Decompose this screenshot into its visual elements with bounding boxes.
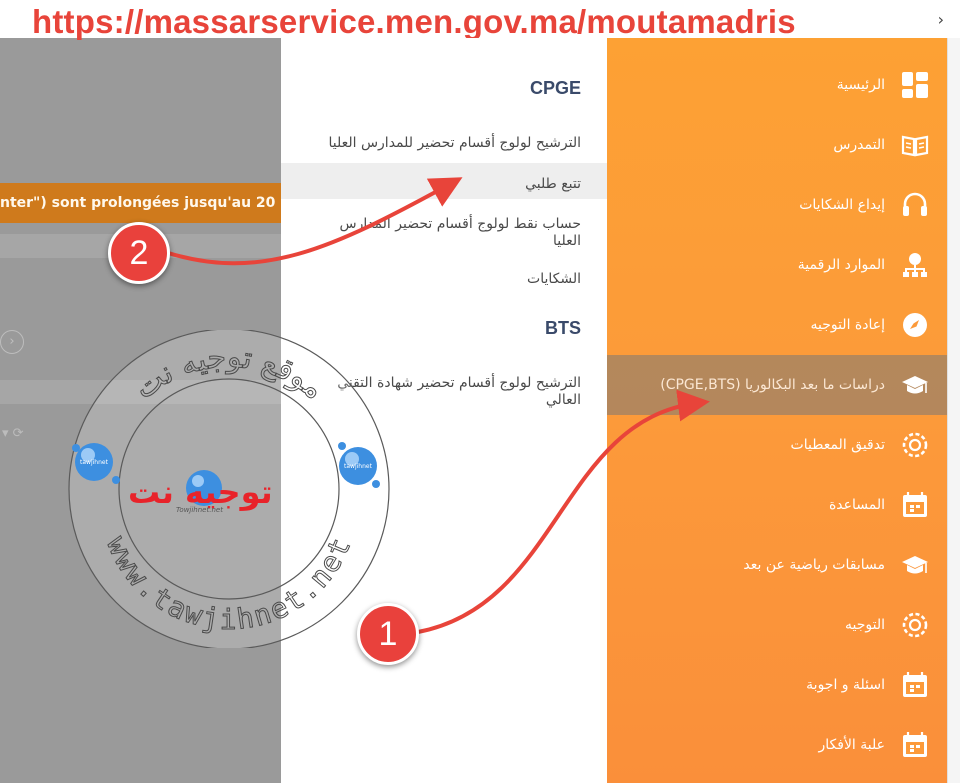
submenu-item-complaints[interactable]: الشكايات (321, 271, 581, 288)
step-badge-2: 2 (108, 222, 170, 284)
watermark-small-text: Towjihnet.net (176, 506, 223, 514)
sidebar-item-label: علبة الأفكار (818, 737, 886, 753)
headset-icon (901, 191, 929, 219)
settings-icon (901, 431, 929, 459)
sidebar-item-label: دراسات ما بعد البكالوريا (CPGE,BTS) (660, 377, 885, 393)
sidebar-item-data-check[interactable]: تدقيق المعطيات (607, 415, 947, 475)
sidebar-item-digital-resources[interactable]: الموارد الرقمية (607, 235, 947, 295)
sidebar: الرئيسية التمدرس إيداع الشكايات الموارد … (607, 38, 947, 783)
sidebar-item-remote-math-contests[interactable]: مسابقات رياضية عن بعد (607, 535, 947, 595)
submenu-section-title-bts: BTS (545, 318, 581, 338)
sidebar-item-label: المساعدة (828, 497, 885, 513)
sidebar-item-label: تدقيق المعطيات (790, 437, 885, 453)
sidebar-item-label: إعادة التوجيه (810, 317, 885, 333)
sidebar-item-orientation[interactable]: التوجيه (607, 595, 947, 655)
sidebar-item-label: مسابقات رياضية عن بعد (743, 557, 885, 573)
step-badge-1: 1 (357, 603, 419, 665)
submenu-section-title-cpge: CPGE (529, 78, 581, 98)
settings-icon (901, 611, 929, 639)
submenu-item-cpge-apply[interactable]: الترشيح لولوج أقسام تحضير للمدارس العليا (321, 135, 581, 152)
svg-text:tawjihnet: tawjihnet (80, 459, 109, 466)
sidebar-item-label: الموارد الرقمية (797, 257, 885, 273)
graduation-cap-icon (901, 551, 929, 579)
sidebar-item-label: إيداع الشكايات (799, 197, 885, 213)
sidebar-item-ideas-box[interactable]: علبة الأفكار (607, 715, 947, 775)
dashboard-icon (901, 71, 929, 99)
chevron-right-icon: › (0, 330, 24, 354)
graduation-cap-icon (901, 371, 929, 399)
submenu-item-points-calc[interactable]: حساب نقط لولوج أقسام تحضير المدارس العلي… (321, 216, 581, 250)
calendar-icon (901, 731, 929, 759)
sidebar-item-home[interactable]: الرئيسية (607, 55, 947, 115)
sidebar-item-schooling[interactable]: التمدرس (607, 115, 947, 175)
sidebar-item-faq[interactable]: اسئلة و اجوبة (607, 655, 947, 715)
sidebar-item-label: اسئلة و اجوبة (806, 677, 885, 693)
sidebar-item-help[interactable]: المساعدة (607, 475, 947, 535)
notice-banner: nter") sont prolongées jusqu'au 20 se (0, 183, 281, 223)
notice-banner-text: nter") sont prolongées jusqu'au 20 se (0, 195, 281, 211)
chevron-right-icon[interactable]: › (938, 10, 944, 29)
sidebar-item-reorientation[interactable]: إعادة التوجيه (607, 295, 947, 355)
network-icon (901, 251, 929, 279)
sidebar-item-label: الرئيسية (836, 77, 885, 93)
calendar-icon (901, 491, 929, 519)
compass-icon (901, 311, 929, 339)
submenu-item-track-request[interactable]: تتبع طلبي (321, 176, 581, 193)
sidebar-item-label: التمدرس (833, 137, 885, 153)
sidebar-item-post-bac-studies[interactable]: دراسات ما بعد البكالوريا (CPGE,BTS) (607, 355, 947, 415)
refresh-icon: ▾ ⟳ (2, 426, 24, 441)
sidebar-item-file-complaints[interactable]: إيداع الشكايات (607, 175, 947, 235)
svg-text:tawjihnet: tawjihnet (344, 463, 373, 470)
book-icon (901, 131, 929, 159)
calendar-icon (901, 671, 929, 699)
sidebar-item-label: التوجيه (845, 617, 885, 633)
scrollbar[interactable] (947, 38, 960, 783)
url-bar: https://massarservice.men.gov.ma/moutama… (0, 0, 960, 40)
